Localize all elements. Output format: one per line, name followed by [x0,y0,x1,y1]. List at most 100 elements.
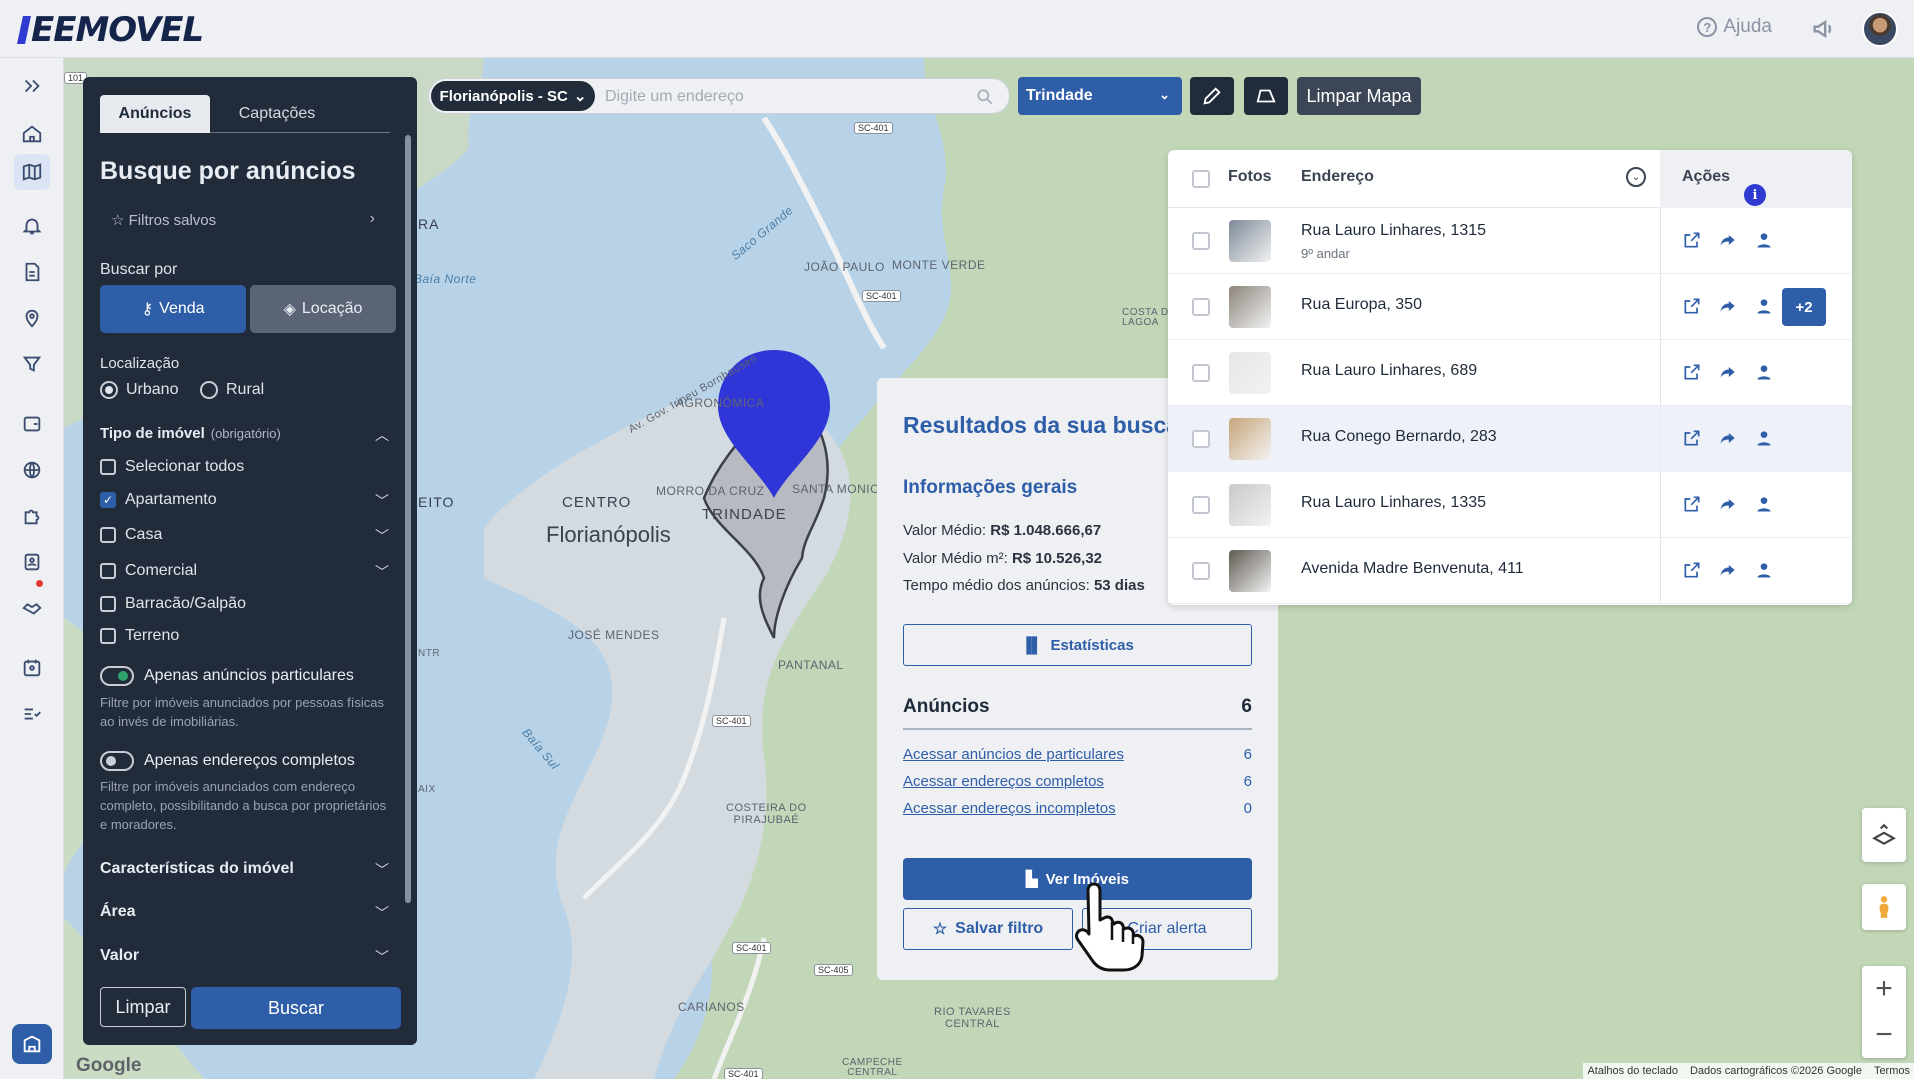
chevron-down-icon[interactable]: ﹀ [375,526,389,546]
zoom-in-button[interactable]: + [1862,966,1906,1012]
document-icon[interactable] [18,258,46,286]
listing-address[interactable]: Avenida Madre Benvenuta, 411 [1301,560,1524,578]
listing-address[interactable]: Rua Lauro Linhares, 689 [1301,362,1477,380]
listing-photo[interactable] [1229,220,1271,262]
table-row[interactable]: Rua Europa, 350 +2 [1168,274,1852,340]
section-area[interactable]: Área [100,903,136,921]
clear-button[interactable]: Limpar [100,987,186,1027]
megaphone-icon[interactable] [1810,15,1838,43]
table-row[interactable]: Avenida Madre Benvenuta, 411 [1168,538,1852,604]
help-link[interactable]: ? Ajuda [1697,16,1772,38]
open-external-icon[interactable] [1682,296,1702,316]
open-external-icon[interactable] [1682,362,1702,382]
share-icon[interactable] [1718,230,1738,250]
listing-address[interactable]: Rua Conego Bernardo, 283 [1301,428,1497,446]
checkbox-barracao[interactable]: Barracão/Galpão [100,595,246,613]
share-icon[interactable] [1718,494,1738,514]
row-checkbox[interactable] [1192,430,1210,448]
property-type-header[interactable]: Tipo de imóvel (obrigatório) [100,425,281,442]
contacts-icon[interactable] [18,548,46,576]
logo[interactable]: EEMOVEL [17,10,204,50]
bell-icon[interactable] [18,212,46,240]
link-incomplete-addresses[interactable]: Acessar endereços incompletos [903,800,1116,817]
owner-icon[interactable] [1754,494,1774,514]
listing-photo[interactable] [1229,286,1271,328]
sort-toggle-icon[interactable]: ⌄ [1626,167,1646,187]
section-characteristics[interactable]: Características do imóvel [100,860,294,878]
filter-icon[interactable] [18,350,46,378]
chevron-down-icon[interactable]: ﹀ [375,947,389,967]
info-icon[interactable]: i [1744,184,1766,206]
more-actions-button[interactable]: +2 [1782,288,1826,326]
user-avatar[interactable] [1862,11,1898,47]
chevron-down-icon[interactable]: ﹀ [375,860,389,880]
rent-button[interactable]: ◈ Locação [250,285,396,333]
statistics-button[interactable]: ▐▌ Estatísticas [903,624,1252,666]
table-row[interactable]: Rua Lauro Linhares, 689 [1168,340,1852,406]
table-row[interactable]: Rua Lauro Linhares, 1315 9º andar [1168,208,1852,274]
share-icon[interactable] [1718,560,1738,580]
home-icon[interactable] [18,120,46,148]
share-icon[interactable] [1718,362,1738,382]
zoom-out-button[interactable]: − [1862,1012,1906,1058]
open-external-icon[interactable] [1682,230,1702,250]
share-icon[interactable] [1718,428,1738,448]
map-icon[interactable] [14,154,50,190]
chevron-down-icon[interactable]: ﹀ [375,491,389,511]
share-icon[interactable] [1718,296,1738,316]
panel-scrollbar[interactable] [405,135,411,903]
address-input[interactable]: Digite um endereço [605,88,744,106]
checkbox-comercial[interactable]: Comercial [100,562,197,580]
chevron-right-icon[interactable]: › [370,210,375,228]
listing-photo[interactable] [1229,418,1271,460]
listing-address[interactable]: Rua Lauro Linhares, 1335 [1301,494,1486,512]
radio-urban[interactable]: Urbano [100,381,178,399]
puzzle-icon[interactable] [18,502,46,530]
toggle-full-address[interactable] [100,751,134,771]
table-row[interactable]: Rua Lauro Linhares, 1335 [1168,472,1852,538]
draw-button[interactable] [1190,77,1234,115]
terms-link[interactable]: Termos [1874,1065,1910,1077]
row-checkbox[interactable] [1192,496,1210,514]
open-external-icon[interactable] [1682,494,1702,514]
checkbox-select-all[interactable]: Selecionar todos [100,458,244,476]
tab-captacoes[interactable]: Captações [222,95,332,133]
handshake-icon[interactable] [18,594,46,622]
radio-rural[interactable]: Rural [200,381,264,399]
calendar-user-icon[interactable] [18,654,46,682]
open-external-icon[interactable] [1682,560,1702,580]
chevron-down-icon[interactable]: ﹀ [375,903,389,923]
owner-icon[interactable] [1754,296,1774,316]
owner-icon[interactable] [1754,428,1774,448]
sale-button[interactable]: ⚷ Venda [100,285,246,333]
header-address[interactable]: Endereço [1301,168,1374,186]
city-selector[interactable]: Florianópolis - SC ⌄ [431,81,595,111]
expand-icon[interactable] [18,72,46,100]
tab-anuncios[interactable]: Anúncios [100,95,210,133]
toggle-private-listings[interactable] [100,666,134,686]
search-icon[interactable] [975,87,995,107]
open-external-icon[interactable] [1682,428,1702,448]
checklist-icon[interactable] [18,700,46,728]
save-filter-button[interactable]: ☆ Salvar filtro [903,908,1073,950]
row-checkbox[interactable] [1192,562,1210,580]
owner-icon[interactable] [1754,230,1774,250]
listing-photo[interactable] [1229,352,1271,394]
polygon-button[interactable] [1244,77,1288,115]
listing-photo[interactable] [1229,550,1271,592]
row-checkbox[interactable] [1192,232,1210,250]
listing-address[interactable]: Rua Europa, 350 [1301,296,1422,314]
globe-icon[interactable] [18,456,46,484]
saved-filters-link[interactable]: ☆ Filtros salvos [111,211,216,229]
chevron-up-icon[interactable]: ︿ [375,425,389,445]
row-checkbox[interactable] [1192,298,1210,316]
link-complete-addresses[interactable]: Acessar endereços completos [903,773,1104,790]
building-icon[interactable] [12,1024,52,1064]
listing-photo[interactable] [1229,484,1271,526]
listing-address[interactable]: Rua Lauro Linhares, 1315 [1301,222,1486,240]
checkbox-terreno[interactable]: Terreno [100,627,179,645]
neighborhood-select[interactable]: Trindade ⌄ [1018,77,1182,115]
link-private-listings[interactable]: Acessar anúncios de particulares [903,746,1124,763]
street-view-button[interactable] [1862,884,1906,930]
owner-icon[interactable] [1754,362,1774,382]
